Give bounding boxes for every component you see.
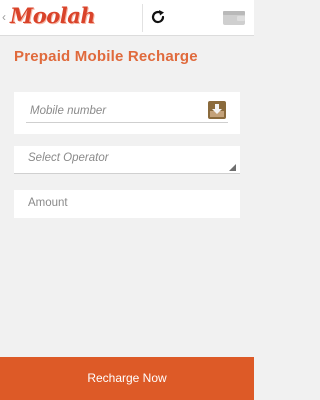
- header-divider: [142, 4, 143, 32]
- app-logo: Moolah: [10, 3, 96, 28]
- operator-underline: [14, 173, 240, 174]
- refresh-icon[interactable]: [150, 9, 166, 25]
- back-icon[interactable]: ‹: [2, 10, 6, 24]
- operator-placeholder: Select Operator: [28, 152, 109, 164]
- select-operator-dropdown[interactable]: Select Operator: [14, 146, 240, 174]
- page-title: Prepaid Mobile Recharge: [14, 48, 198, 65]
- dropdown-arrow-icon: [229, 164, 236, 171]
- mobile-number-field[interactable]: Mobile number: [14, 92, 240, 134]
- wallet-icon[interactable]: [222, 10, 246, 26]
- top-bar: ‹ Moolah: [0, 0, 254, 36]
- amount-field[interactable]: Amount: [14, 190, 240, 218]
- contacts-icon[interactable]: [208, 101, 226, 119]
- mobile-underline: [26, 122, 228, 123]
- recharge-now-button[interactable]: Recharge Now: [0, 357, 254, 400]
- amount-input[interactable]: Amount: [28, 197, 68, 209]
- mobile-number-input[interactable]: Mobile number: [30, 105, 106, 117]
